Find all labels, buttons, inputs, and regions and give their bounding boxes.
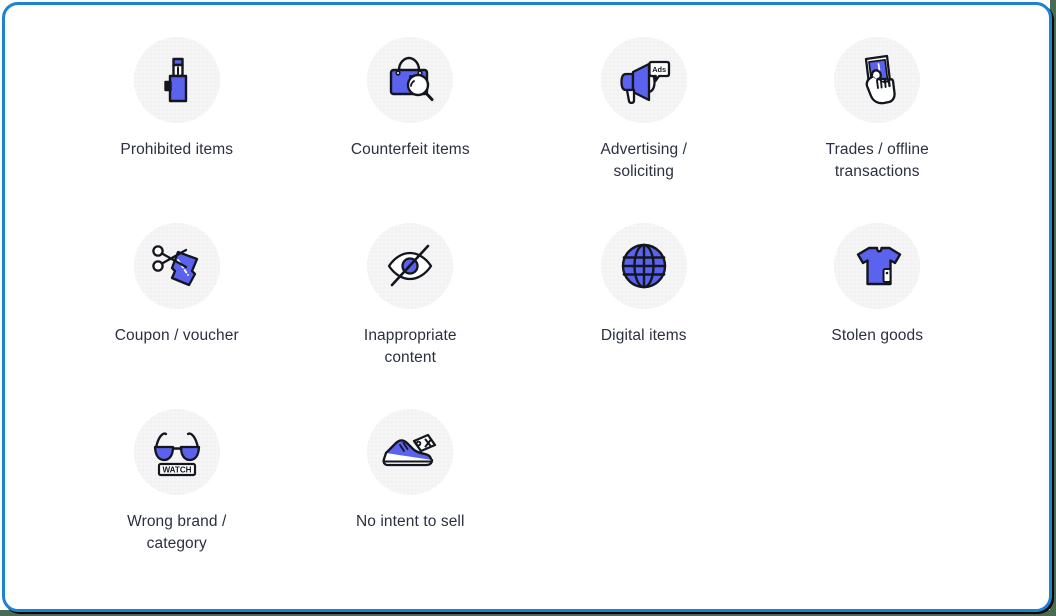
eye-slash-icon bbox=[367, 223, 454, 309]
reason-selection-card: Prohibited items Counterfeit items Ads A… bbox=[2, 2, 1052, 612]
tile-label: Trades / offline transactions bbox=[825, 141, 929, 180]
tile-trades-offline-transactions[interactable]: Trades / offline transactions bbox=[761, 31, 995, 217]
tile-label: No intent to sell bbox=[355, 513, 465, 530]
ads-badge-text: Ads bbox=[652, 65, 666, 74]
scissors-coupon-icon bbox=[133, 223, 220, 309]
tile-no-intent-to-sell[interactable]: No intent to sell bbox=[294, 403, 528, 589]
tile-advertising-soliciting[interactable]: Ads Advertising / soliciting bbox=[527, 31, 761, 217]
tile-prohibited-items[interactable]: Prohibited items bbox=[60, 31, 294, 217]
tile-digital-items[interactable]: Digital items bbox=[527, 217, 761, 403]
tile-label: Prohibited items bbox=[120, 141, 234, 158]
tile-label: Counterfeit items bbox=[350, 141, 470, 158]
handbag-magnifier-icon bbox=[367, 37, 454, 123]
megaphone-ads-icon: Ads bbox=[600, 37, 687, 123]
tshirt-tag-icon bbox=[834, 223, 921, 309]
tile-label: Advertising / soliciting bbox=[600, 141, 688, 180]
globe-icon bbox=[600, 223, 687, 309]
tile-label: Stolen goods bbox=[831, 327, 924, 344]
tile-label: Wrong brand / category bbox=[127, 513, 227, 552]
hand-cash-icon bbox=[834, 37, 921, 123]
watch-badge-text: WATCH bbox=[162, 465, 191, 474]
reason-grid: Prohibited items Counterfeit items Ads A… bbox=[5, 5, 1049, 609]
tile-inappropriate-content[interactable]: Inappropriate content bbox=[294, 217, 528, 403]
tile-coupon-voucher[interactable]: Coupon / voucher bbox=[60, 217, 294, 403]
tile-label: Digital items bbox=[600, 327, 687, 344]
sunglasses-watch-icon: WATCH bbox=[133, 409, 220, 495]
tile-counterfeit-items[interactable]: Counterfeit items bbox=[294, 31, 528, 217]
tile-wrong-brand-category[interactable]: WATCH Wrong brand / category bbox=[60, 403, 294, 589]
tile-label: Coupon / voucher bbox=[114, 327, 239, 344]
vape-device-icon bbox=[133, 37, 220, 123]
tile-stolen-goods[interactable]: Stolen goods bbox=[761, 217, 995, 403]
sneaker-tag-x-icon bbox=[367, 409, 454, 495]
tile-label: Inappropriate content bbox=[363, 327, 457, 366]
